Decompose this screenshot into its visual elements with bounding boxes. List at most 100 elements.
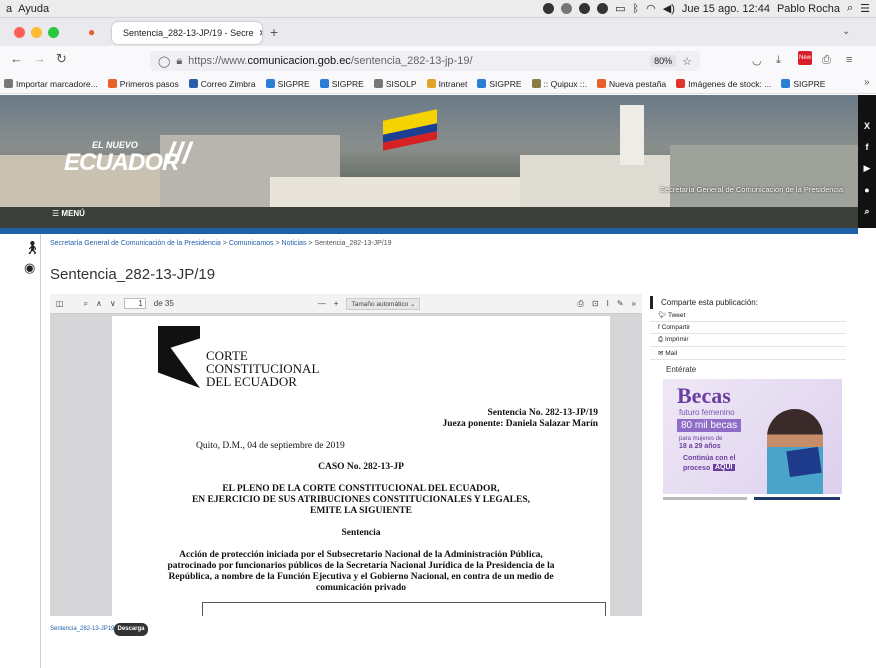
carousel-indicator-active[interactable]	[754, 497, 840, 500]
bookmark-favicon-icon	[319, 79, 329, 88]
reload-icon[interactable]: ↻	[56, 51, 67, 67]
zoom-out-icon[interactable]: —	[318, 299, 326, 308]
bookmark-item[interactable]: Importar marcadore...	[4, 79, 98, 89]
plaza-shape	[0, 207, 858, 228]
firefox-icon[interactable]: ●	[88, 25, 95, 39]
user-name[interactable]: Pablo Rocha	[777, 3, 840, 15]
status-icon[interactable]	[543, 3, 555, 14]
bluetooth-icon[interactable]: ᛒ	[633, 3, 640, 15]
accessibility-icon[interactable]: 🚶︎	[24, 240, 41, 256]
status-icon[interactable]	[561, 3, 573, 14]
bookmark-label: Intranet	[438, 78, 468, 89]
text-tool-icon[interactable]: I	[607, 299, 609, 308]
url-bar[interactable]: ◯ 🔒︎ https://www.comunicacion.gob.ec/sen…	[150, 51, 700, 71]
abstract-line-3: República, a nombre de la Función Ejecut…	[168, 572, 554, 582]
save-icon[interactable]: ⊡	[592, 299, 599, 308]
flickr-icon[interactable]: ●	[864, 185, 869, 195]
breadcrumb-link[interactable]: Noticias	[282, 240, 307, 247]
wifi-icon[interactable]: ◠	[646, 2, 656, 15]
table-frame	[202, 602, 606, 616]
status-icon[interactable]	[579, 3, 591, 14]
bookmark-favicon-icon	[781, 79, 791, 88]
new-tab-icon[interactable]: +	[270, 24, 278, 40]
spotlight-icon[interactable]: ⌕	[847, 2, 853, 15]
bookmark-item[interactable]: :: Quipux ::.	[531, 79, 587, 89]
tab-active[interactable]: Sentencia_282-13-JP/19 - Secre ✕	[112, 22, 262, 44]
print-link[interactable]: ⎙ Imprimir	[650, 334, 846, 347]
pocket-icon[interactable]: ◡	[752, 54, 762, 67]
bookmark-item[interactable]: SIGPRE	[265, 78, 310, 89]
bookmark-item[interactable]: SIGPRE	[781, 79, 825, 89]
zoom-select[interactable]: Tamaño automático ⌄	[346, 297, 421, 310]
bookmark-item[interactable]: Imágenes de stock: ...	[676, 79, 771, 89]
more-bookmarks-icon[interactable]: »	[864, 77, 870, 88]
share-icon[interactable]: ⎙	[822, 54, 831, 67]
maximize-window-button[interactable]	[48, 27, 59, 38]
x-twitter-icon[interactable]: X	[864, 121, 870, 131]
search-icon[interactable]: ⌕	[864, 206, 869, 217]
airplay-icon[interactable]: ▭	[615, 2, 625, 15]
bookmark-label: SIGPRE	[277, 78, 310, 89]
menu-help[interactable]: Ayuda	[18, 3, 49, 15]
bookmark-favicon-icon	[426, 79, 436, 88]
bookmark-item[interactable]: Correo Zimbra	[188, 79, 256, 89]
prev-page-icon[interactable]: ∧	[96, 299, 102, 308]
facebook-share-link[interactable]: f Compartir	[650, 322, 846, 334]
bookmark-item[interactable]: SIGPRE	[319, 79, 364, 89]
tweet-link[interactable]: 🐦︎ Tweet	[650, 309, 846, 322]
minimize-window-button[interactable]	[31, 27, 42, 38]
share-label: Imprimir	[665, 336, 689, 343]
sidebar-toggle-icon[interactable]: ◫	[56, 299, 64, 308]
hero-banner: EL NUEVO ECUADOR /// Secretaría General …	[0, 95, 876, 228]
lock-icon[interactable]: 🔒︎	[176, 55, 182, 68]
bookmark-item[interactable]: SIGPRE	[477, 78, 522, 89]
extension-icon[interactable]: New	[798, 51, 812, 65]
volume-icon[interactable]: ◀︎)	[663, 2, 675, 15]
pleno-line-2: EN EJERCICIO DE SUS ATRIBUCIONES CONSTIT…	[191, 495, 531, 505]
download-icon[interactable]: ⤓	[776, 54, 781, 67]
draw-tool-icon[interactable]: ✎	[617, 299, 624, 308]
bookmark-favicon-icon	[531, 79, 541, 88]
becas-cta-3: AQUÍ	[713, 464, 735, 471]
breadcrumb-link[interactable]: Comunicamos	[229, 240, 274, 247]
bookmark-item[interactable]: Nueva pestaña	[596, 78, 667, 89]
print-icon[interactable]: ⎙	[578, 299, 584, 309]
search-icon[interactable]: ⌕	[84, 299, 88, 309]
mail-link[interactable]: ✉ Mail	[650, 347, 846, 360]
youtube-icon[interactable]: ▶	[864, 163, 871, 174]
close-window-button[interactable]	[14, 27, 25, 38]
page-number-input[interactable]: 1	[123, 298, 146, 309]
control-center-icon[interactable]: ☰	[860, 2, 870, 15]
bookmark-label: SIGPRE	[489, 78, 522, 89]
bookmark-label: Nueva pestaña	[608, 78, 667, 89]
bookmark-item[interactable]: Intranet	[426, 78, 468, 89]
accessibility-bar: 🚶︎ ◉	[24, 240, 41, 276]
carousel-indicator[interactable]	[663, 497, 747, 500]
bookmark-item[interactable]: SISOLP	[373, 79, 417, 89]
back-icon[interactable]: ←	[10, 51, 23, 66]
shield-icon[interactable]: ◯	[158, 55, 170, 68]
menu-app[interactable]: a	[6, 3, 12, 15]
breadcrumb-link[interactable]: Secretaría General de Comunicación de la…	[50, 240, 221, 247]
divider	[40, 234, 41, 668]
clock[interactable]: Jue 15 ago. 12:44	[682, 3, 770, 15]
status-icon[interactable]	[597, 3, 609, 14]
document-link[interactable]: Sentencia_282-13-JP19	[50, 626, 114, 632]
pdf-viewer[interactable]: ◫ ⌕ ∧ ∨ 1 de 35 — + Tamaño automático ⌄ …	[50, 294, 642, 616]
download-button[interactable]: Descarga	[114, 623, 148, 636]
more-tools-icon[interactable]: »	[632, 299, 636, 308]
forward-icon[interactable]: →	[33, 51, 46, 66]
chevron-down-icon[interactable]: ⌄	[842, 26, 850, 37]
bookmark-star-icon[interactable]: ☆	[682, 55, 692, 68]
becas-banner[interactable]: Becas futuro femenino 80 mil becas para …	[663, 379, 842, 494]
close-tab-icon[interactable]: ✕	[259, 28, 262, 39]
facebook-icon[interactable]: f	[866, 142, 869, 152]
zoom-badge[interactable]: 80%	[650, 55, 677, 67]
bookmark-item[interactable]: Primeros pasos	[107, 79, 179, 89]
hamburger-menu-icon[interactable]: ≡	[846, 54, 852, 66]
next-page-icon[interactable]: ∨	[110, 299, 116, 308]
logo-main-text[interactable]: ECUADOR	[64, 149, 179, 177]
zoom-in-icon[interactable]: +	[334, 299, 339, 308]
eye-icon[interactable]: ◉	[24, 260, 40, 276]
menu-button[interactable]: ☰ MENÚ	[52, 209, 85, 218]
